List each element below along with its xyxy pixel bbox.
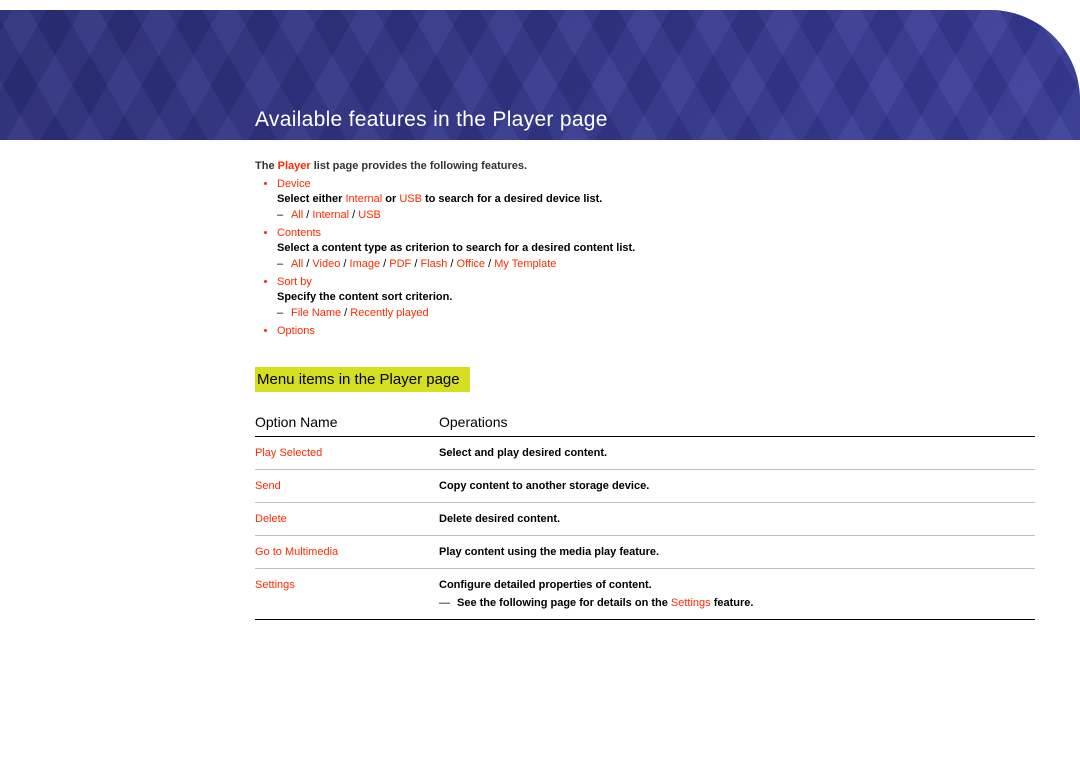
subsection-heading: Menu items in the Player page (255, 367, 470, 392)
feature-label: Contents (277, 227, 321, 239)
intro-text: The Player list page provides the follow… (255, 160, 1040, 172)
feature-desc: Select either Internal or USB to search … (277, 193, 1040, 205)
option-operation: Configure detailed properties of content… (439, 569, 1035, 620)
option-name: Go to Multimedia (255, 536, 439, 569)
feature-list: Device Select either Internal or USB to … (255, 178, 1040, 337)
feature-label: Device (277, 178, 311, 190)
feature-sublist: All / Internal / USB (277, 209, 1040, 221)
page-banner: Available features in the Player page (0, 10, 1080, 140)
feature-sublist: All / Video / Image / PDF / Flash / Offi… (277, 258, 1040, 270)
option-name: Play Selected (255, 437, 439, 470)
settings-note: See the following page for details on th… (439, 597, 1029, 609)
table-row: Go to Multimedia Play content using the … (255, 536, 1035, 569)
feature-contents: Contents Select a content type as criter… (277, 227, 1040, 270)
table-row: Send Copy content to another storage dev… (255, 470, 1035, 503)
page-title: Available features in the Player page (255, 108, 608, 132)
option-name: Delete (255, 503, 439, 536)
table-row: Play Selected Select and play desired co… (255, 437, 1035, 470)
feature-desc: Specify the content sort criterion. (277, 291, 1040, 303)
feature-label: Sort by (277, 276, 312, 288)
options-table: Option Name Operations Play Selected Sel… (255, 406, 1035, 620)
feature-options: Options (277, 325, 1040, 337)
col-operations: Operations (439, 406, 1035, 437)
feature-sortby: Sort by Specify the content sort criteri… (277, 276, 1040, 319)
feature-desc: Select a content type as criterion to se… (277, 242, 1040, 254)
col-option-name: Option Name (255, 406, 439, 437)
option-operation: Delete desired content. (439, 503, 1035, 536)
sub-item: All / Video / Image / PDF / Flash / Offi… (291, 258, 1040, 270)
option-operation: Select and play desired content. (439, 437, 1035, 470)
option-name: Settings (255, 569, 439, 620)
table-row: Delete Delete desired content. (255, 503, 1035, 536)
feature-sublist: File Name / Recently played (277, 307, 1040, 319)
sub-item: File Name / Recently played (291, 307, 1040, 319)
option-operation: Play content using the media play featur… (439, 536, 1035, 569)
sub-item: All / Internal / USB (291, 209, 1040, 221)
option-operation: Copy content to another storage device. (439, 470, 1035, 503)
table-row: Settings Configure detailed properties o… (255, 569, 1035, 620)
option-name: Send (255, 470, 439, 503)
feature-label: Options (277, 325, 315, 337)
feature-device: Device Select either Internal or USB to … (277, 178, 1040, 221)
page-content: The Player list page provides the follow… (0, 140, 1080, 660)
